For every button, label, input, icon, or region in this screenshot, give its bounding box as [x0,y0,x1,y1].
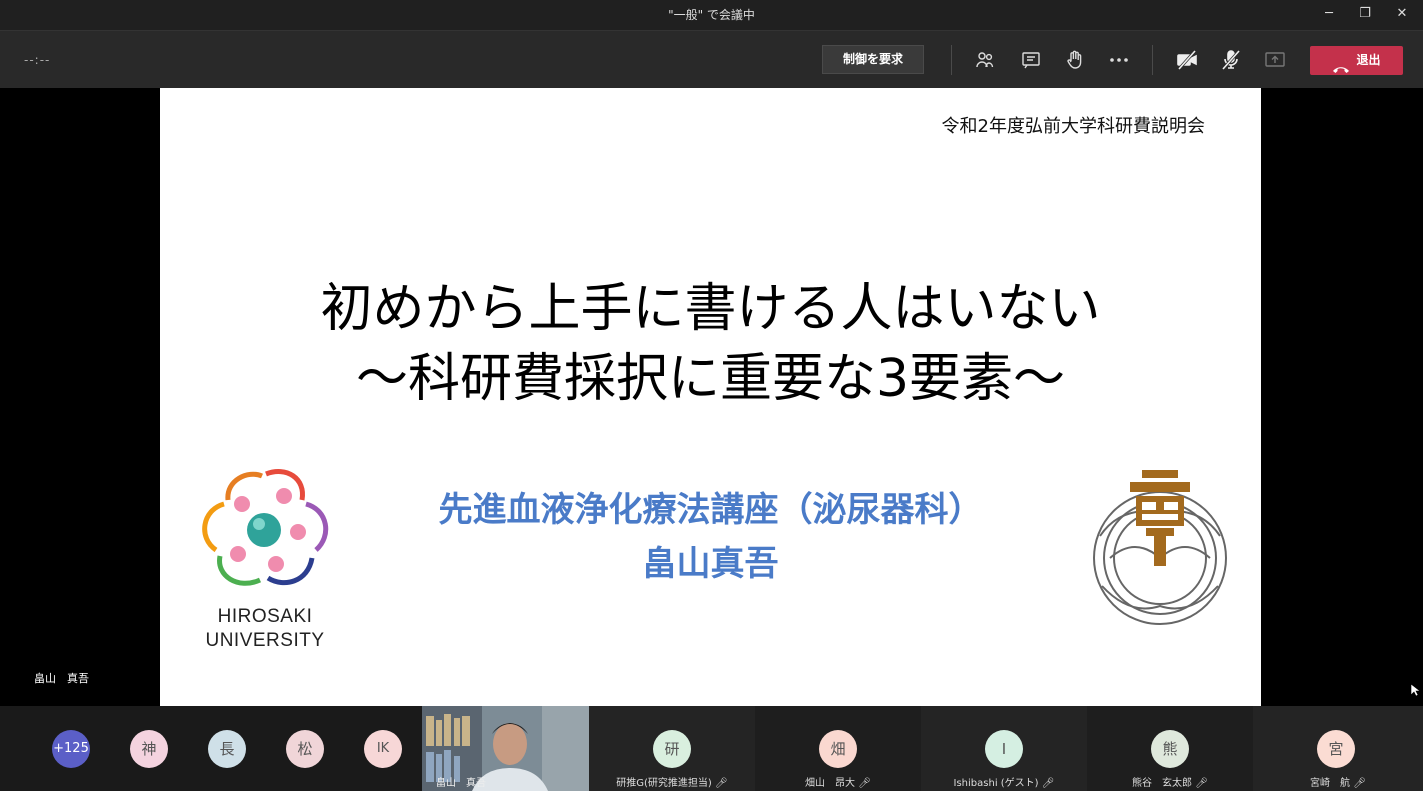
participant-name: 宮崎 航 🎤︎ [1310,778,1366,789]
slide-header: 令和2年度弘前大学科研費説明会 [941,116,1205,137]
participant-avatar: 熊 [1151,730,1189,768]
slide-presenter-name: 畠山真吾 [642,544,779,584]
mic-off-icon: 🎤︎ [858,778,871,789]
slide-department: 先進血液浄化療法講座（泌尿器科） [438,490,983,530]
participant-avatar[interactable]: 神 [130,730,168,768]
mic-off-icon: 🎤︎ [1195,778,1208,789]
participants-strip: +125 神 長 松 IK 畠山 真吾 研 研推G(研究推進担当) 🎤︎ 畑 畑… [0,706,1423,791]
participant-avatar[interactable]: IK [364,730,402,768]
participant-tile[interactable]: 宮 宮崎 航 🎤︎ [1253,706,1423,791]
participant-name: Ishibashi (ゲスト) 🎤︎ [953,778,1055,789]
participant-tile[interactable]: 熊 熊谷 玄太郎 🎤︎ [1087,706,1253,791]
window-titlebar: "一般" で会議中 ─ ❐ ✕ [0,0,1423,30]
meeting-toolbar: --:-- 制御を要求 退出 [0,30,1423,88]
phone-icon [1332,56,1350,73]
participant-name: 熊谷 玄太郎 🎤︎ [1132,778,1208,789]
participant-tile[interactable]: 研 研推G(研究推進担当) 🎤︎ [589,706,755,791]
toolbar-divider [951,45,952,75]
participant-avatar[interactable]: 松 [286,730,324,768]
participant-name: 研推G(研究推進担当) 🎤︎ [616,778,728,789]
participant-name: 畠山 真吾 [436,778,486,789]
leave-button[interactable]: 退出 [1310,46,1403,75]
participant-tile[interactable]: I Ishibashi (ゲスト) 🎤︎ [921,706,1087,791]
university-seal-logo [1080,466,1240,626]
raise-hand-icon[interactable] [1063,48,1087,72]
participant-tile[interactable]: 畑 畑山 昂大 🎤︎ [755,706,921,791]
camera-off-icon[interactable] [1175,48,1199,72]
more-icon[interactable] [1107,48,1131,72]
mic-off-icon[interactable] [1219,48,1243,72]
participants-icon[interactable] [973,48,997,72]
window-title: "一般" で会議中 [668,8,755,22]
presenter-name-label: 畠山 真吾 [34,672,89,685]
mic-off-icon: 🎤︎ [1041,778,1055,789]
minimize-button[interactable]: ─ [1314,3,1344,25]
restore-button[interactable]: ❐ [1350,3,1380,25]
logo-text-line2: UNIVERSITY [205,630,325,651]
logo-text-line1: HIROSAKI [217,606,313,627]
request-control-button[interactable]: 制御を要求 [822,45,924,74]
shared-content-stage: 令和2年度弘前大学科研費説明会 初めから上手に書ける人はいない ～科研費採択に重… [0,88,1423,706]
mouse-cursor-icon [1410,682,1421,697]
participant-avatar[interactable]: 長 [208,730,246,768]
participant-name: 畑山 昂大 🎤︎ [805,778,871,789]
mic-off-icon: 🎤︎ [715,778,728,789]
participant-video-tile[interactable]: 畠山 真吾 [422,706,589,791]
slide-subtitle: ～科研費採択に重要な3要素～ [355,349,1066,409]
leave-label: 退出 [1356,53,1381,67]
participant-avatar: 畑 [819,730,857,768]
mic-off-icon: 🎤︎ [1353,778,1366,789]
meeting-timer: --:-- [24,53,51,67]
participant-avatar: 宮 [1317,730,1355,768]
participant-avatar: I [985,730,1023,768]
overflow-participants-button[interactable]: +125 [52,730,90,768]
chat-icon[interactable] [1019,48,1043,72]
toolbar-divider [1152,45,1153,75]
participant-avatar: 研 [653,730,691,768]
close-window-button[interactable]: ✕ [1387,3,1417,25]
share-icon[interactable] [1263,48,1287,72]
shared-slide: 令和2年度弘前大学科研費説明会 初めから上手に書ける人はいない ～科研費採択に重… [160,88,1261,706]
slide-title: 初めから上手に書ける人はいない [320,279,1101,339]
